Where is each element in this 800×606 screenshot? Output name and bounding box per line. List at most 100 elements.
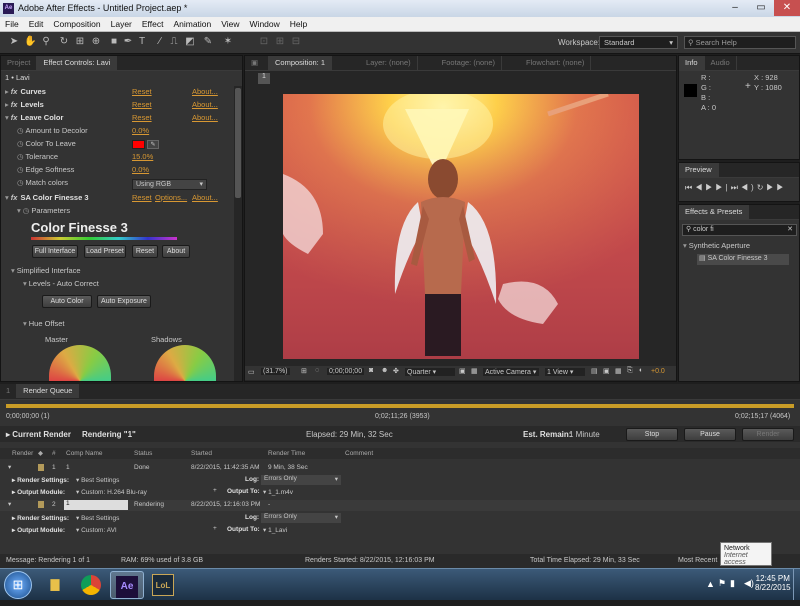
roto-brush-tool-icon[interactable]: ✎ [202, 36, 214, 48]
lol-taskbar-icon[interactable]: LoL [146, 571, 180, 599]
reset-exposure-icon[interactable]: ◐ [639, 367, 643, 374]
audio-icon[interactable]: ◀) [741, 183, 757, 192]
simplified-interface-group[interactable]: ▾ Simplified Interface [11, 266, 81, 279]
grid-icon[interactable]: ⊞ [301, 367, 307, 375]
view-layout-select[interactable]: 1 View ▾ [545, 368, 585, 376]
tab-composition[interactable]: Composition: 1 [269, 56, 333, 70]
fast-preview-icon[interactable]: ▣ [603, 367, 610, 375]
resolution-select[interactable]: Quarter ▾ [405, 368, 455, 376]
zoom-tool-icon[interactable]: ⚲ [40, 36, 52, 48]
output-to-value[interactable]: ▾ 1_Lavi [263, 526, 287, 534]
levels-auto-correct-group[interactable]: ▾ Levels - Auto Correct [23, 279, 99, 292]
composition-viewer-image[interactable] [283, 94, 639, 359]
always-preview-icon[interactable]: ▭ [248, 368, 255, 376]
hand-tool-icon[interactable]: ✋ [24, 36, 36, 48]
loop-icon[interactable]: ↻ [757, 183, 767, 192]
minimize-button[interactable]: – [722, 0, 748, 16]
rotate-tool-icon[interactable]: ↻ [58, 36, 70, 48]
tab-footage[interactable]: Footage: (none) [418, 56, 503, 70]
tab-render-queue[interactable]: Render Queue [17, 384, 80, 398]
channel-icon[interactable]: ✤ [393, 367, 399, 375]
effect-controls-scrollbar[interactable] [234, 86, 242, 381]
options-link[interactable]: Options... [155, 193, 187, 202]
tab-timeline-1[interactable]: 1 [0, 384, 18, 398]
item-comp-name[interactable]: 1 [64, 500, 128, 510]
brush-tool-icon[interactable]: ∕ [154, 36, 166, 48]
full-interface-button[interactable]: Full Interface [32, 245, 78, 258]
color-swatch[interactable] [132, 140, 145, 149]
hue-offset-group[interactable]: ▾ Hue Offset [23, 319, 64, 332]
about-link[interactable]: About... [192, 193, 218, 202]
param-value[interactable]: 15.0% [132, 152, 153, 165]
shadows-color-wheel[interactable] [154, 345, 216, 381]
effects-category[interactable]: ▾ Synthetic Aperture [683, 241, 750, 254]
zoom-select[interactable]: (31.7%) [261, 368, 290, 375]
axis-world-icon[interactable]: ⊞ [274, 36, 286, 48]
about-link[interactable]: About... [192, 100, 218, 109]
last-frame-icon[interactable]: ⏭ [731, 183, 741, 192]
volume-icon[interactable]: ◀) [744, 578, 754, 589]
menu-composition[interactable]: Composition [48, 17, 105, 29]
reset-link[interactable]: Reset [132, 193, 152, 202]
effects-search-field[interactable]: ⚲ color fi ✕ [682, 224, 797, 236]
col-number[interactable]: # [52, 450, 56, 457]
camera-tool-icon[interactable]: ⊞ [74, 36, 86, 48]
render-settings-select[interactable]: ▾ Best Settings [76, 476, 119, 484]
pen-tool-icon[interactable]: ✒ [122, 36, 134, 48]
puppet-tool-icon[interactable]: ✶ [222, 36, 234, 48]
stopwatch-icon[interactable]: ◷ [17, 152, 24, 161]
previous-frame-icon[interactable]: ◀ [695, 183, 705, 192]
menu-layer[interactable]: Layer [106, 17, 137, 29]
reset-link[interactable]: Reset [132, 113, 152, 122]
type-tool-icon[interactable]: T [136, 36, 148, 48]
menu-window[interactable]: Window [245, 17, 285, 29]
show-hidden-icons[interactable]: ▲ [706, 579, 715, 589]
reset-link[interactable]: Reset [132, 100, 152, 109]
start-button[interactable]: ⊞ [4, 571, 32, 599]
clone-stamp-tool-icon[interactable]: ⎍ [168, 36, 180, 48]
menu-view[interactable]: View [216, 17, 244, 29]
reset-link[interactable]: Reset [132, 87, 152, 96]
render-settings-select[interactable]: ▾ Best Settings [76, 514, 119, 522]
reset-button[interactable]: Reset [132, 245, 158, 258]
output-module-select[interactable]: ▾ Custom: H.264 Blu-ray [76, 488, 147, 496]
show-desktop-button[interactable] [793, 569, 800, 600]
col-comment[interactable]: Comment [345, 450, 373, 457]
stopwatch-icon[interactable]: ◷ [17, 178, 24, 187]
eraser-tool-icon[interactable]: ◩ [184, 36, 196, 48]
tab-project[interactable]: Project [1, 56, 38, 70]
selection-tool-icon[interactable]: ➤ [8, 36, 20, 48]
add-output-icon[interactable]: + [213, 487, 217, 494]
output-to-value[interactable]: ▾ 1_1.m4v [263, 488, 293, 496]
timecode-field[interactable]: 0;00;00;00 [327, 368, 365, 375]
show-snapshot-icon[interactable]: ☻ [381, 367, 388, 374]
match-colors-select[interactable]: Using RGB ▾ [132, 179, 207, 190]
label-tag-icon[interactable]: ◆ [38, 449, 43, 457]
col-render-time[interactable]: Render Time [268, 450, 305, 457]
stopwatch-icon[interactable]: ◷ [17, 139, 24, 148]
label-color-swatch[interactable] [38, 464, 44, 471]
axis-view-icon[interactable]: ⊟ [290, 36, 302, 48]
about-button[interactable]: About [162, 245, 190, 258]
stop-button[interactable]: Stop [626, 428, 678, 441]
param-value[interactable]: 0.0% [132, 165, 149, 178]
stopwatch-icon[interactable]: ◷ [17, 165, 24, 174]
exposure-value[interactable]: +0.0 [651, 368, 665, 375]
tab-preview[interactable]: Preview [679, 163, 719, 177]
col-status[interactable]: Status [134, 450, 152, 457]
about-link[interactable]: About... [192, 87, 218, 96]
close-button[interactable]: ✕ [774, 0, 800, 16]
about-link[interactable]: About... [192, 113, 218, 122]
pause-button[interactable]: Pause [684, 428, 736, 441]
tab-audio[interactable]: Audio [705, 56, 737, 70]
transparency-grid-icon[interactable]: ▦ [471, 367, 478, 375]
auto-exposure-button[interactable]: Auto Exposure [97, 295, 151, 308]
search-help-field[interactable]: ⚲ Search Help [684, 36, 796, 49]
flowchart-icon[interactable]: ⎘ [627, 367, 633, 375]
region-of-interest-icon[interactable]: ▣ [459, 367, 466, 375]
menu-edit[interactable]: Edit [24, 17, 49, 29]
workspace-select[interactable]: Standard ▾ [599, 36, 678, 49]
eyedropper-icon[interactable]: ✎ [147, 140, 159, 149]
comp-tab-1[interactable]: 1 [258, 73, 270, 84]
output-module-select[interactable]: ▾ Custom: AVI [76, 526, 117, 534]
